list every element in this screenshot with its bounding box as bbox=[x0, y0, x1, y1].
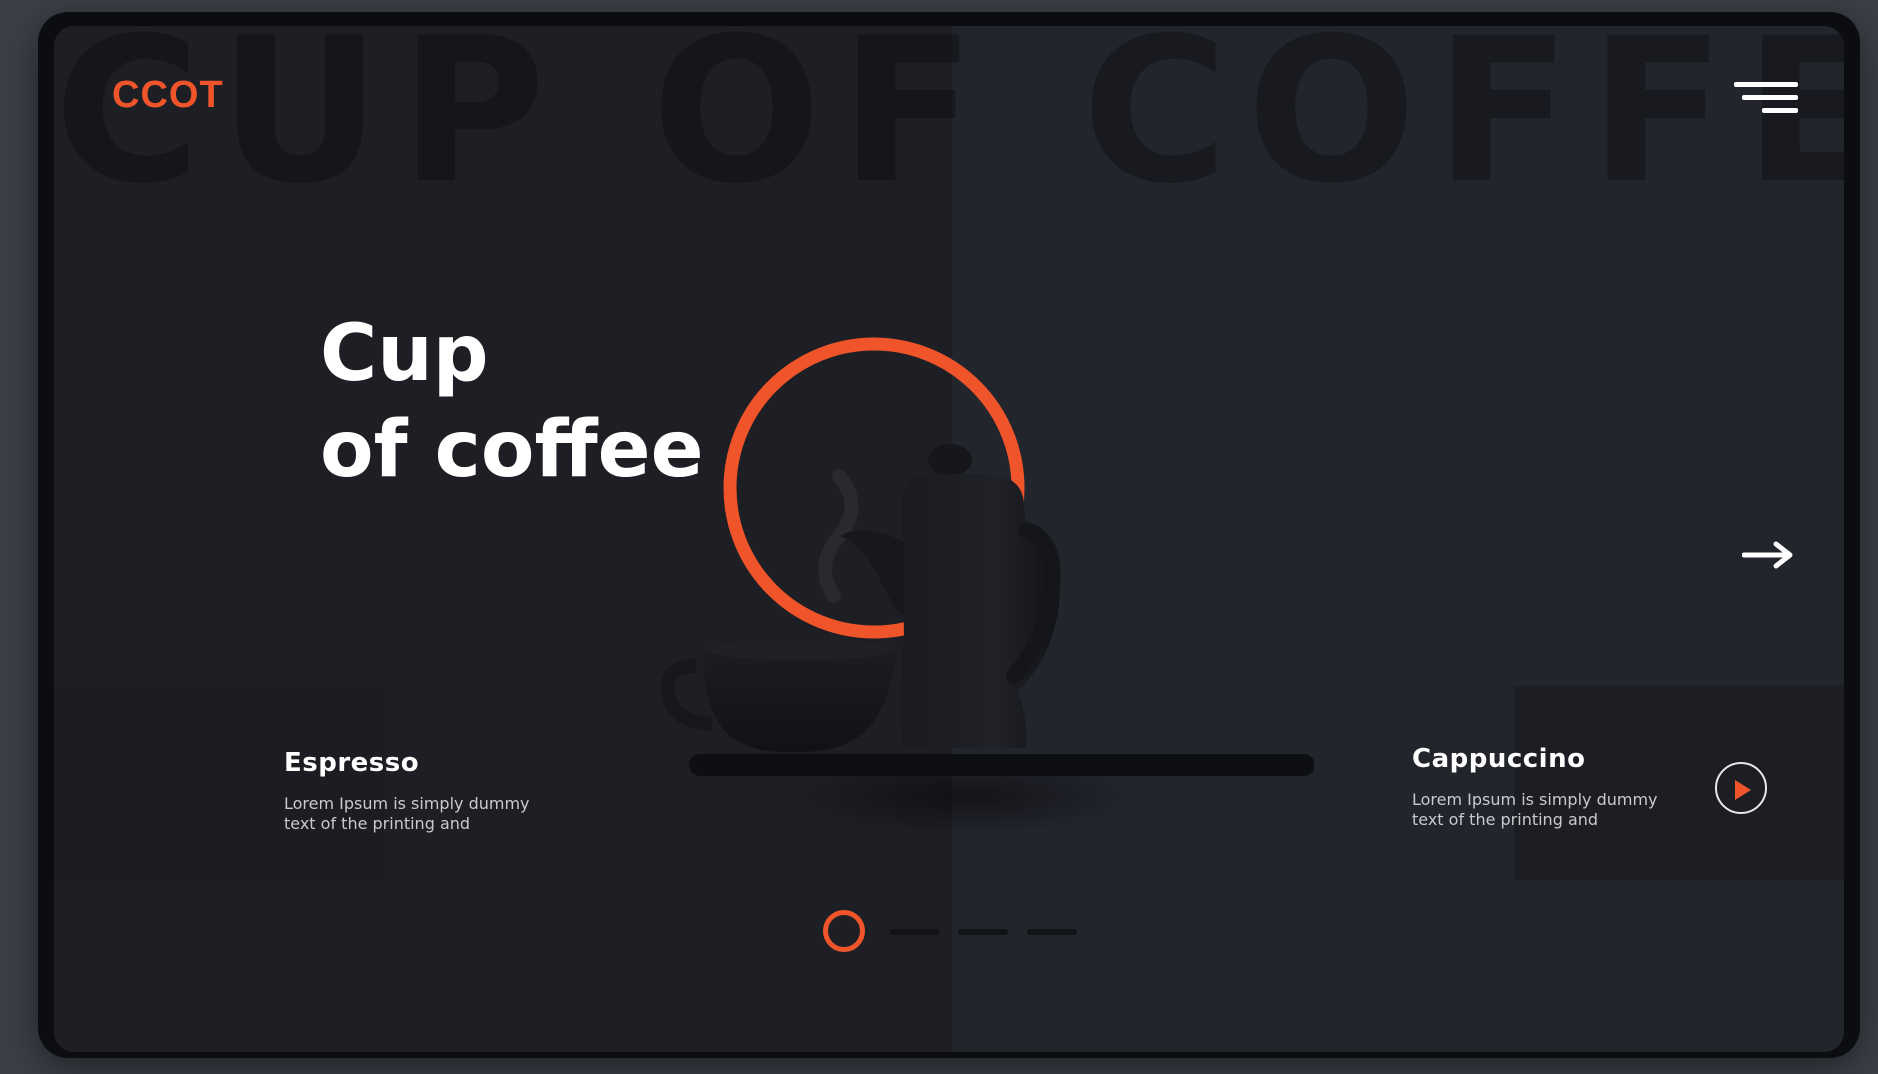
hamburger-menu-icon[interactable] bbox=[1734, 82, 1798, 118]
card-description-line-1: Lorem Ipsum is simply dummy bbox=[284, 794, 530, 813]
arrow-right-icon[interactable] bbox=[1742, 540, 1794, 570]
pagination-dot-3[interactable] bbox=[958, 929, 1008, 935]
landing-page: CUP OF COFFEE CCOT Cup of coffee bbox=[54, 26, 1844, 1052]
product-card-panel-left bbox=[54, 686, 384, 880]
pagination-dot-4[interactable] bbox=[1027, 929, 1077, 935]
pagination-dot-active[interactable] bbox=[823, 910, 865, 952]
play-button[interactable] bbox=[1715, 762, 1767, 814]
card-description-espresso: Lorem Ipsum is simply dummy text of the … bbox=[284, 794, 530, 834]
logo[interactable]: CCOT bbox=[112, 74, 224, 117]
background-title: CUP OF COFFEE bbox=[54, 26, 1844, 228]
product-card-panel-right bbox=[1514, 686, 1844, 880]
card-description-line-2: text of the printing and bbox=[1412, 810, 1599, 829]
play-icon bbox=[1735, 780, 1751, 800]
card-description-line-1: Lorem Ipsum is simply dummy bbox=[1412, 790, 1658, 809]
coffee-cup bbox=[660, 640, 896, 752]
card-description-line-2: text of the printing and bbox=[284, 814, 471, 833]
device-frame: CUP OF COFFEE CCOT Cup of coffee bbox=[38, 12, 1860, 1058]
slide-pagination bbox=[823, 910, 1083, 954]
coffee-illustration bbox=[660, 337, 1314, 836]
tray bbox=[689, 754, 1314, 776]
card-description-cappuccino: Lorem Ipsum is simply dummy text of the … bbox=[1412, 790, 1658, 830]
card-title-cappuccino: Cappuccino bbox=[1412, 744, 1586, 774]
pagination-dot-2[interactable] bbox=[890, 929, 940, 935]
card-title-espresso: Espresso bbox=[284, 748, 420, 778]
